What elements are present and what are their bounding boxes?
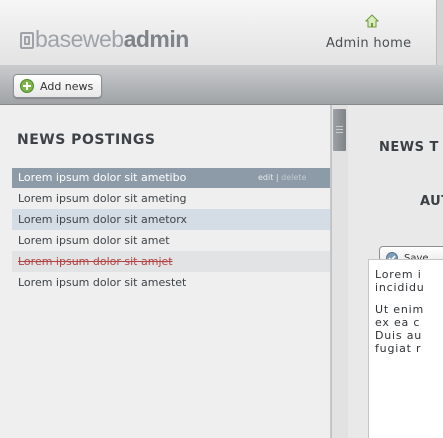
body-line: Lorem i xyxy=(375,268,422,281)
news-postings-title: NEWS POSTINGS xyxy=(17,132,156,148)
body-line: Duis au xyxy=(375,329,423,342)
header-divider xyxy=(436,0,443,65)
news-postings-panel: NEWS POSTINGS Lorem ipsum dolor sit amet… xyxy=(0,105,331,438)
news-editor-panel: NEWS T AUT Save Lorem i incididu Ut enim… xyxy=(348,105,443,438)
app-logo[interactable]: basewebadmin xyxy=(20,26,189,53)
news-item-title: Lorem ipsum dolor sit amet xyxy=(18,234,170,247)
scrollbar-thumb[interactable] xyxy=(333,109,346,151)
news-item[interactable]: Lorem ipsum dolor sit ameting xyxy=(12,188,330,209)
body-line: incididu xyxy=(375,281,425,294)
news-item[interactable]: Lorem ipsum dolor sit ametorx xyxy=(12,209,330,230)
news-item[interactable]: Lorem ipsum dolor sit amet xyxy=(12,230,330,251)
body-line: ex ea c xyxy=(375,316,421,329)
toolbar: Add news xyxy=(0,66,443,105)
author-label: AUT xyxy=(420,194,443,209)
edit-link[interactable]: edit xyxy=(258,173,273,182)
logo-text-bold: admin xyxy=(123,26,190,52)
admin-home-link[interactable]: Admin home xyxy=(326,36,411,51)
home-icon[interactable] xyxy=(365,14,379,28)
delete-link[interactable]: delete xyxy=(281,173,306,182)
news-list: Lorem ipsum dolor sit ametibo edit | del… xyxy=(12,168,330,293)
news-item-title: Lorem ipsum dolor sit ametibo xyxy=(18,171,187,184)
add-news-label: Add news xyxy=(40,79,94,93)
news-item-deleted[interactable]: Lorem ipsum dolor sit amjet xyxy=(12,251,330,272)
editor-title: NEWS T xyxy=(379,140,439,155)
news-item-title: Lorem ipsum dolor sit ameting xyxy=(18,192,187,205)
add-icon xyxy=(20,79,34,93)
logo-text-light: baseweb xyxy=(35,26,124,52)
news-item-title: Lorem ipsum dolor sit amestet xyxy=(18,276,187,289)
panel-scrollbar[interactable] xyxy=(331,105,349,438)
add-news-button[interactable]: Add news xyxy=(13,74,103,98)
item-actions: edit | delete xyxy=(258,168,306,188)
news-item-title: Lorem ipsum dolor sit ametorx xyxy=(18,213,187,226)
news-item[interactable]: Lorem ipsum dolor sit amestet xyxy=(12,272,330,293)
news-body-editor[interactable]: Lorem i incididu Ut enim ex ea c Duis au… xyxy=(368,259,443,438)
body-paragraph: Lorem i incididu xyxy=(375,268,443,294)
news-item-title: Lorem ipsum dolor sit amjet xyxy=(18,255,173,268)
logo-icon xyxy=(20,32,34,49)
app-header: basewebadmin Admin home xyxy=(0,0,443,66)
news-item-selected[interactable]: Lorem ipsum dolor sit ametibo edit | del… xyxy=(12,168,330,188)
body-line: fugiat r xyxy=(375,342,422,355)
action-separator: | xyxy=(275,173,279,182)
body-paragraph: Ut enim ex ea c Duis au fugiat r xyxy=(375,303,443,355)
body-line: Ut enim xyxy=(375,303,424,316)
